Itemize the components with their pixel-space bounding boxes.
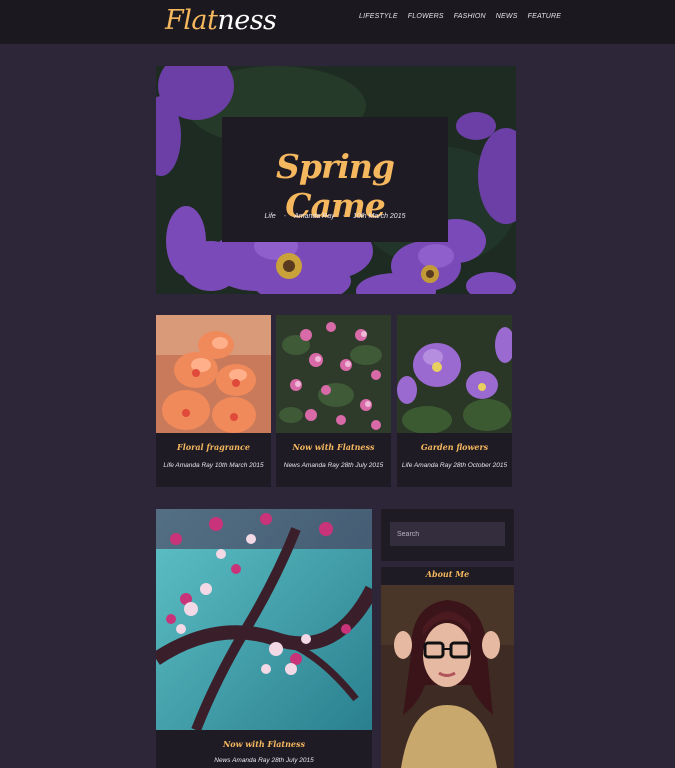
nav-feature[interactable]: FEATURE — [528, 13, 562, 20]
card-title[interactable]: Floral fragrance — [156, 442, 271, 452]
featured-post[interactable]: Now with Flatness News Amanda Ray 28th J… — [156, 509, 372, 768]
hero-author[interactable]: Amanda Ray — [294, 213, 334, 220]
featured-image — [156, 509, 372, 730]
nav-flowers[interactable]: FLOWERS — [408, 13, 444, 20]
hero-category[interactable]: Life — [265, 213, 276, 220]
nav-news[interactable]: NEWS — [496, 13, 518, 20]
featured-title[interactable]: Now with Flatness — [156, 739, 372, 749]
search-widget — [381, 509, 514, 561]
about-me-photo — [381, 585, 514, 768]
post-card-flatness[interactable]: Now with Flatness News Amanda Ray 28th J… — [276, 315, 391, 487]
main-nav: LIFESTYLE FLOWERS FASHION NEWS FEATURE — [359, 13, 571, 20]
card-meta: Life Amanda Ray 28th October 2015 — [401, 462, 508, 469]
card-image — [397, 315, 512, 433]
nav-fashion[interactable]: FASHION — [454, 13, 486, 20]
hero-date: 10th March 2015 — [352, 213, 406, 220]
card-image — [276, 315, 391, 433]
card-meta: News Amanda Ray 28th July 2015 — [283, 462, 384, 469]
about-me-heading: About Me — [381, 567, 514, 585]
featured-meta: News Amanda Ray 28th July 2015 — [214, 757, 314, 764]
post-card-garden[interactable]: Garden flowers Life Amanda Ray 28th Octo… — [397, 315, 512, 487]
nav-lifestyle[interactable]: LIFESTYLE — [359, 13, 398, 20]
post-card-floral[interactable]: Floral fragrance Life Amanda Ray 10th Ma… — [156, 315, 271, 487]
top-navbar: Flatness LIFESTYLE FLOWERS FASHION NEWS … — [0, 0, 675, 44]
site-logo[interactable]: Flatness — [165, 4, 277, 38]
card-meta: Life Amanda Ray 10th March 2015 — [163, 462, 264, 469]
card-title[interactable]: Garden flowers — [397, 442, 512, 452]
search-input[interactable] — [390, 522, 505, 546]
logo-part-flat: Flat — [165, 5, 218, 36]
hero-card: Spring Came Life - Amanda Ray -10th March 2… — [222, 117, 448, 242]
card-image — [156, 315, 271, 433]
logo-part-ness: ness — [217, 5, 277, 36]
card-title[interactable]: Now with Flatness — [276, 442, 391, 452]
hero-banner[interactable]: Spring Came Life - Amanda Ray -10th March 2… — [156, 66, 516, 294]
hero-meta: Life - Amanda Ray -10th March 2015 — [264, 213, 406, 220]
